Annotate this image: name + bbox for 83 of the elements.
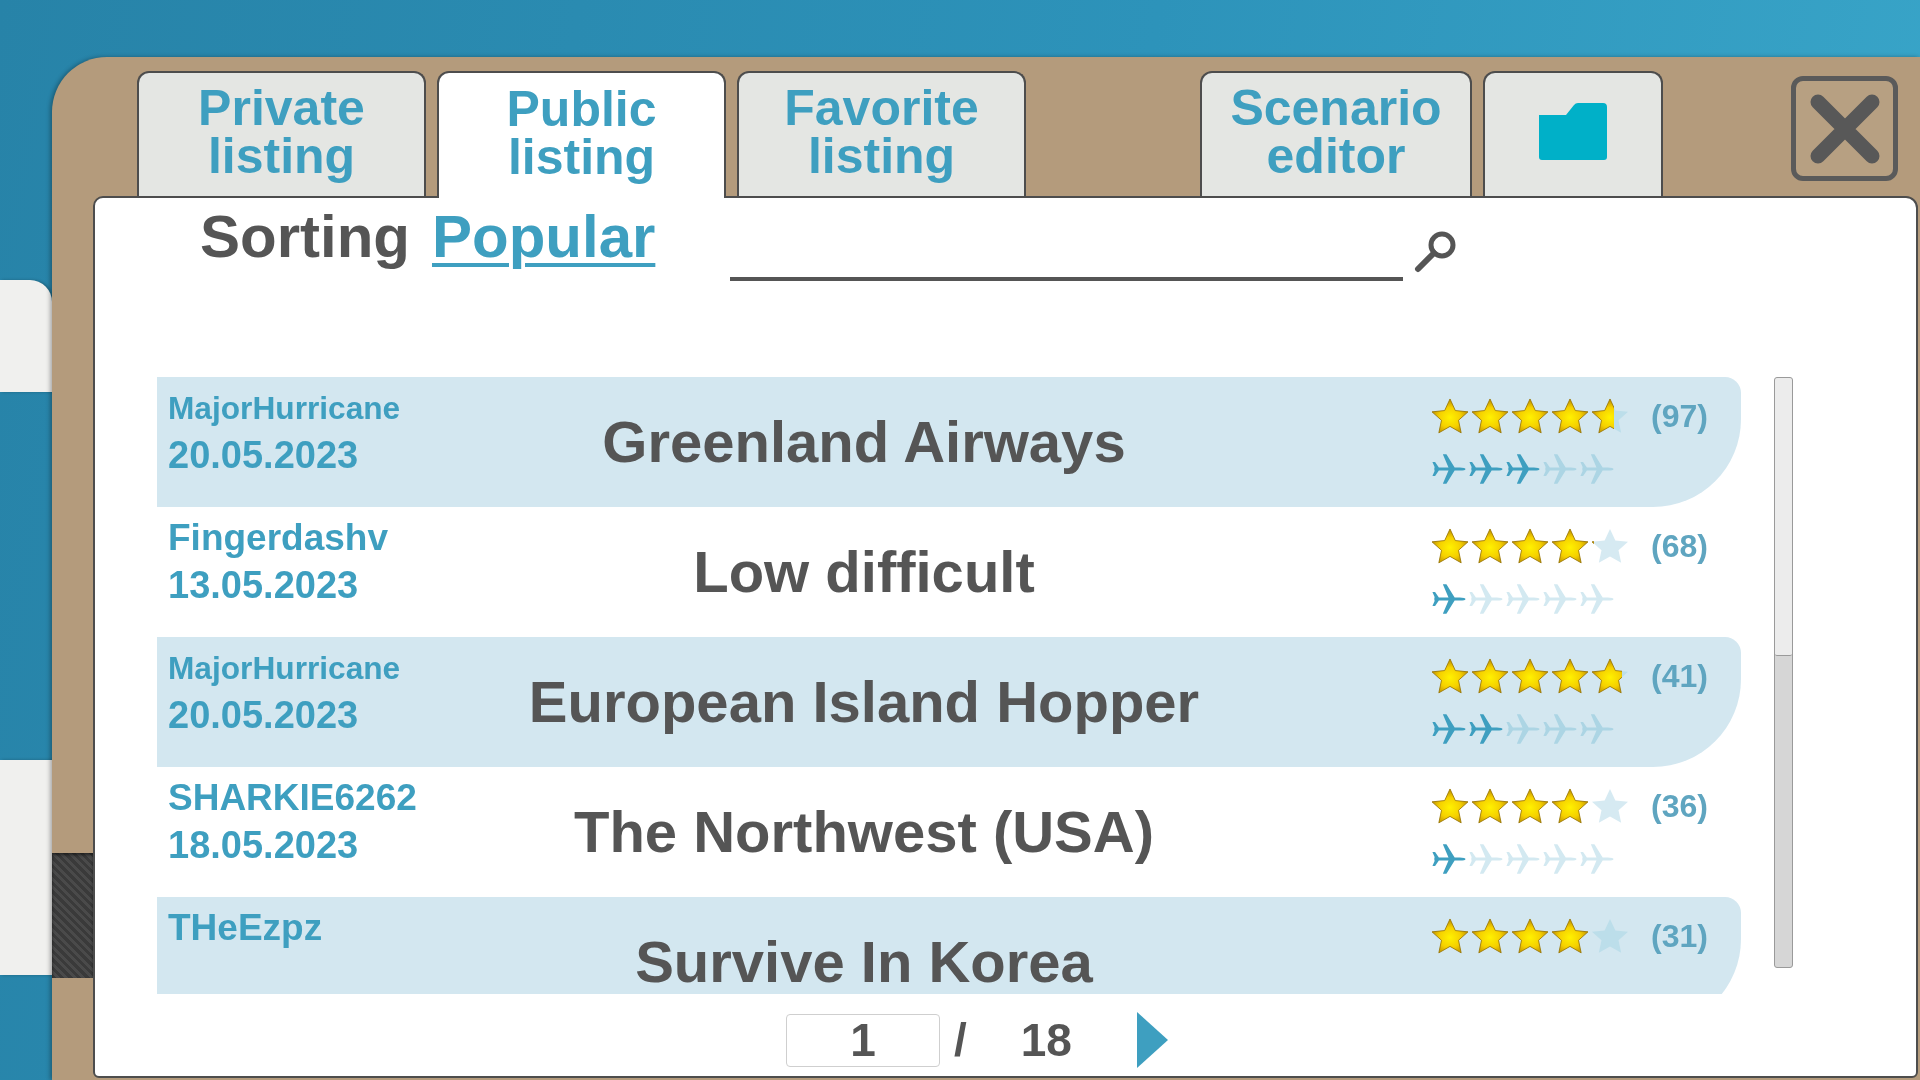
plane-icon xyxy=(1578,842,1615,876)
star-icon xyxy=(1430,527,1470,565)
star-icon xyxy=(1550,787,1590,825)
plane-icon xyxy=(1578,582,1615,616)
upload-date: 20.05.2023 xyxy=(168,693,359,737)
star-icon xyxy=(1470,657,1510,695)
next-page-button[interactable] xyxy=(1136,1012,1168,1068)
scenario-title: Greenland Airways xyxy=(602,410,1126,474)
plane-icon xyxy=(1578,452,1615,486)
plane-icon xyxy=(1578,712,1615,746)
star-icon xyxy=(1590,787,1630,825)
page-separator: / xyxy=(954,1013,967,1067)
page-total: 18 xyxy=(1020,1013,1072,1067)
folder-tab[interactable] xyxy=(1483,71,1663,196)
plane-icon xyxy=(1541,712,1578,746)
star-icon xyxy=(1550,397,1590,435)
scenario-title: European Island Hopper xyxy=(528,670,1200,734)
star-icon xyxy=(1550,657,1590,695)
plane-icon xyxy=(1467,452,1504,486)
rating-count: (41) xyxy=(1651,657,1708,695)
star-icon xyxy=(1550,527,1590,565)
star-icon xyxy=(1590,397,1630,435)
plane-icon xyxy=(1504,452,1541,486)
star-icon xyxy=(1510,787,1550,825)
scrollbar-track[interactable] xyxy=(1774,377,1793,968)
author-name: MajorHurricane xyxy=(168,389,401,427)
plane-icon xyxy=(1430,712,1467,746)
sort-option-link[interactable]: Popular xyxy=(432,202,656,272)
scrollbar-thumb[interactable] xyxy=(1775,378,1792,656)
star-icon xyxy=(1590,527,1630,565)
scenario-row[interactable]: MajorHurricane 20.05.2023 Greenland Airways (97) xyxy=(157,377,1741,507)
plane-icon xyxy=(1504,712,1541,746)
close-icon xyxy=(1808,92,1881,165)
plane-icon xyxy=(1467,582,1504,616)
sorting-label: Sorting xyxy=(200,202,410,272)
tab[interactable]: Scenario editor xyxy=(1200,71,1472,196)
star-icon xyxy=(1430,787,1470,825)
author-name: MajorHurricane xyxy=(168,649,401,687)
plane-icon xyxy=(1504,582,1541,616)
scenario-row[interactable]: THeEzpz Survive In Korea (31) xyxy=(157,897,1741,994)
scenario-title: Low difficult xyxy=(693,540,1035,604)
plane-icon xyxy=(1541,582,1578,616)
tab[interactable]: Favorite listing xyxy=(737,71,1026,196)
scenario-title: The Northwest (USA) xyxy=(574,800,1154,864)
scenario-title: Survive In Korea xyxy=(635,930,1093,994)
scenario-row[interactable]: MajorHurricane 20.05.2023 European Island Hopper (41) xyxy=(157,637,1741,767)
author-name: THeEzpz xyxy=(168,909,323,947)
author-name: Fingerdashv xyxy=(168,519,388,557)
star-icon xyxy=(1430,917,1470,955)
close-button[interactable] xyxy=(1791,76,1898,181)
rating-count: (68) xyxy=(1651,527,1708,565)
plane-icon xyxy=(1504,842,1541,876)
upload-date: 13.05.2023 xyxy=(168,563,359,607)
star-icon xyxy=(1470,787,1510,825)
rating-count: (36) xyxy=(1651,787,1708,825)
star-icon xyxy=(1550,917,1590,955)
star-icon xyxy=(1510,397,1550,435)
star-icon xyxy=(1470,917,1510,955)
page-field[interactable]: 1 xyxy=(786,1013,940,1067)
tab[interactable]: Private listing xyxy=(137,71,426,196)
upload-date: 18.05.2023 xyxy=(168,823,359,867)
star-icon xyxy=(1430,397,1470,435)
plane-icon xyxy=(1430,842,1467,876)
star-icon xyxy=(1590,657,1630,695)
triangle-right-icon xyxy=(1136,1012,1168,1068)
star-icon xyxy=(1510,657,1550,695)
plane-icon xyxy=(1467,712,1504,746)
star-icon xyxy=(1510,917,1550,955)
rating-count: (97) xyxy=(1651,397,1708,435)
plane-icon xyxy=(1430,582,1467,616)
folder-icon xyxy=(1539,103,1607,160)
star-icon xyxy=(1470,397,1510,435)
rating-count: (31) xyxy=(1651,917,1708,955)
plane-icon xyxy=(1541,842,1578,876)
upload-date: 20.05.2023 xyxy=(168,433,359,477)
star-icon xyxy=(1470,527,1510,565)
author-name: SHARKIE6262 xyxy=(168,779,417,817)
star-icon xyxy=(1430,657,1470,695)
plane-icon xyxy=(1541,452,1578,486)
tab[interactable]: Public listing xyxy=(437,71,726,198)
plane-icon xyxy=(1430,452,1467,486)
star-icon xyxy=(1510,527,1550,565)
plane-icon xyxy=(1467,842,1504,876)
